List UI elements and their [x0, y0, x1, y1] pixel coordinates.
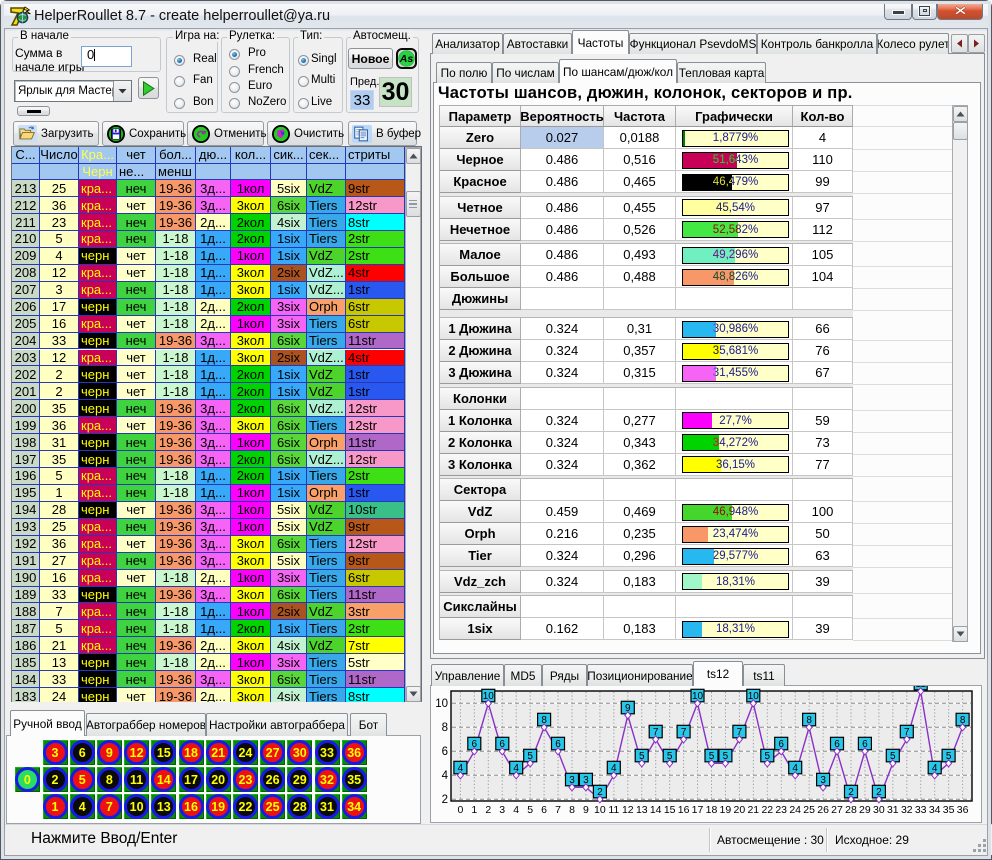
svg-text:5: 5 — [527, 804, 533, 816]
svg-text:19: 19 — [720, 804, 732, 816]
svg-text:36: 36 — [957, 804, 969, 816]
svg-text:9: 9 — [583, 804, 589, 816]
svg-text:10: 10 — [435, 698, 448, 710]
svg-text:15: 15 — [664, 804, 676, 816]
svg-text:26: 26 — [817, 804, 829, 816]
svg-text:34: 34 — [929, 804, 941, 816]
svg-text:1: 1 — [471, 804, 477, 816]
svg-text:33: 33 — [915, 804, 927, 816]
svg-text:10: 10 — [594, 804, 606, 816]
svg-text:6: 6 — [541, 804, 547, 816]
svg-text:28: 28 — [845, 804, 857, 816]
svg-text:25: 25 — [803, 804, 815, 816]
svg-text:0: 0 — [457, 804, 463, 816]
svg-text:18: 18 — [706, 804, 718, 816]
svg-text:4: 4 — [442, 770, 449, 782]
svg-text:12: 12 — [622, 804, 634, 816]
svg-text:13: 13 — [636, 804, 648, 816]
svg-text:35: 35 — [943, 804, 955, 816]
svg-text:3: 3 — [499, 804, 505, 816]
svg-text:17: 17 — [692, 804, 704, 816]
svg-text:8: 8 — [569, 804, 575, 816]
svg-text:20: 20 — [734, 804, 746, 816]
svg-text:30: 30 — [873, 804, 885, 816]
svg-text:6: 6 — [442, 746, 448, 758]
svg-text:27: 27 — [831, 804, 843, 816]
svg-text:16: 16 — [678, 804, 690, 816]
svg-text:2: 2 — [485, 804, 491, 816]
svg-text:8: 8 — [442, 722, 448, 734]
svg-text:4: 4 — [513, 804, 519, 816]
svg-text:22: 22 — [761, 804, 773, 816]
svg-text:24: 24 — [789, 804, 801, 816]
svg-text:11: 11 — [608, 804, 619, 816]
svg-text:2: 2 — [442, 794, 448, 806]
svg-text:31: 31 — [887, 804, 899, 816]
svg-text:7: 7 — [555, 804, 561, 816]
svg-text:14: 14 — [650, 804, 662, 816]
svg-text:32: 32 — [901, 804, 913, 816]
svg-text:29: 29 — [859, 804, 871, 816]
svg-text:23: 23 — [775, 804, 787, 816]
svg-text:21: 21 — [747, 804, 759, 816]
